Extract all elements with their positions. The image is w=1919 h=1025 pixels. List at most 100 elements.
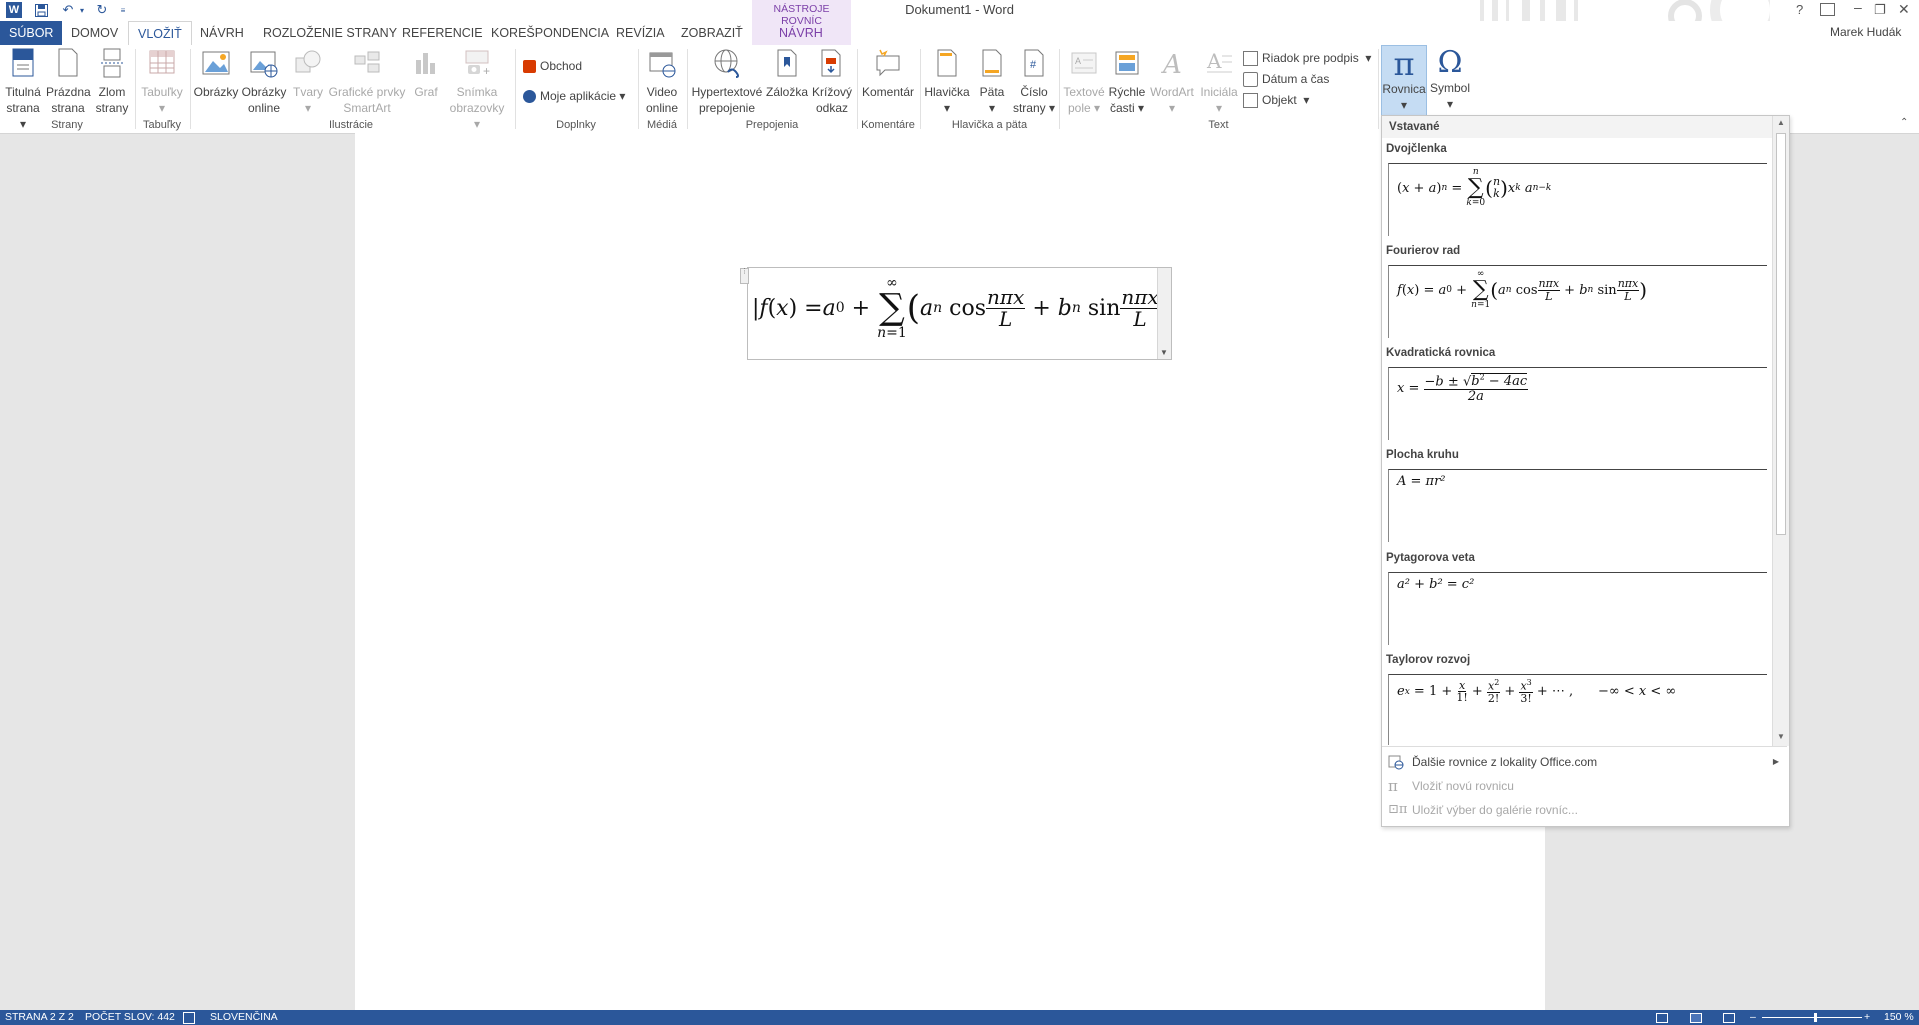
taylor-equation: ex = 1 + x 1! + x2 2! + x3 3! + ⋯ , −∞ < x … (1397, 678, 1677, 706)
blank-page-button[interactable]: Prázdna strana (46, 48, 91, 116)
web-layout-icon[interactable] (1723, 1013, 1735, 1023)
zoom-out-button[interactable]: – (1750, 1010, 1756, 1025)
gallery-item-title: Kvadratická rovnica (1386, 347, 1496, 359)
cross-reference-icon (821, 49, 841, 77)
tab-zobrazit[interactable]: ZOBRAZIŤ (672, 21, 752, 45)
text-box-icon: A (1071, 52, 1097, 74)
signature-line-icon (1243, 50, 1258, 66)
pythagorean-equation: a² + b² = c² (1397, 577, 1475, 592)
smartart-button[interactable]: Grafické prvky SmartArt (328, 48, 406, 116)
tab-vlozit[interactable]: VLOŽIŤ (128, 21, 192, 46)
group-label-ilustracie: Ilustrácie (328, 119, 374, 131)
office-equations-icon (1388, 755, 1404, 770)
ribbon-tabs: SÚBOR DOMOV VLOŽIŤ NÁVRH ROZLOŽENIE STRA… (0, 0, 1919, 46)
tab-referencie[interactable]: REFERENCIE (393, 21, 492, 45)
equation-handle-icon[interactable]: ⋮ (740, 268, 749, 284)
document-page[interactable] (355, 133, 1545, 1010)
signature-line-button[interactable]: Riadok pre podpis ▾ (1243, 49, 1371, 67)
language-indicator[interactable]: SLOVENČINA (210, 1010, 278, 1025)
tab-korespondencia[interactable]: KOREŠPONDENCIA (482, 21, 618, 45)
symbol-button[interactable]: Ω Symbol ▾ (1428, 48, 1472, 112)
pi-icon: π (1388, 777, 1398, 795)
word-count[interactable]: POČET SLOV: 442 (85, 1010, 175, 1025)
scrollbar-thumb[interactable] (1776, 133, 1786, 535)
equation-button[interactable]: π Rovnica ▾ (1381, 45, 1427, 116)
gallery-item-taylor[interactable]: ex = 1 + x 1! + x2 2! + x3 3! + ⋯ , −∞ < x … (1388, 674, 1767, 745)
bookmark-button[interactable]: Záložka (764, 48, 810, 100)
wordart-button[interactable]: A WordArt ▾ (1148, 48, 1196, 116)
collapse-ribbon-icon[interactable]: ⌃ (1900, 117, 1908, 128)
quick-parts-button[interactable]: Rýchle časti ▾ (1107, 48, 1147, 116)
read-mode-icon[interactable] (1656, 1013, 1668, 1023)
insert-new-equation-button[interactable]: π Vložiť novú rovnicu (1382, 774, 1787, 798)
help-icon[interactable]: ? (1796, 2, 1803, 17)
more-equations-office-button[interactable]: Ďalšie rovnice z lokality Office.com ▶ (1382, 750, 1787, 774)
table-button[interactable]: Tabuľky ▾ (138, 48, 186, 116)
tab-subor[interactable]: SÚBOR (0, 21, 63, 45)
header-icon (937, 49, 957, 77)
page-count[interactable]: STRANA 2 Z 2 (5, 1010, 74, 1025)
proofing-icon[interactable] (183, 1012, 195, 1024)
footer-button[interactable]: Päta ▾ (973, 48, 1011, 116)
chart-button[interactable]: Graf (408, 48, 444, 100)
ribbon-display-options-icon[interactable] (1820, 3, 1835, 16)
svg-text:+: + (483, 64, 490, 78)
minimize-icon[interactable]: – (1854, 0, 1862, 15)
comment-button[interactable]: Komentár (860, 48, 916, 100)
tab-rozlozenie-strany[interactable]: ROZLOŽENIE STRANY (254, 21, 406, 45)
my-apps-button[interactable]: Moje aplikácie ▾ (523, 87, 625, 105)
pictures-icon (202, 51, 230, 75)
user-name[interactable]: Marek Hudák (1830, 25, 1901, 39)
zoom-level[interactable]: 150 % (1884, 1010, 1914, 1025)
print-layout-icon[interactable] (1690, 1013, 1702, 1023)
equation-options-button[interactable]: ▼ (1157, 268, 1171, 359)
quadratic-equation: x = −b ± √b2 − 4ac 2a (1397, 373, 1529, 404)
tab-domov[interactable]: DOMOV (62, 21, 127, 45)
gallery-item-circle-area[interactable]: A = πr² (1388, 469, 1767, 542)
screenshot-icon: + (465, 50, 490, 78)
gallery-item-pythagorean[interactable]: a² + b² = c² (1388, 572, 1767, 645)
page-break-button[interactable]: Zlom strany (92, 48, 132, 116)
scroll-up-icon[interactable]: ▲ (1777, 118, 1785, 127)
comment-icon (876, 49, 900, 77)
pictures-button[interactable]: Obrázky (193, 48, 239, 100)
svg-text:#: # (1030, 59, 1037, 71)
shapes-button[interactable]: Tvary ▾ (290, 48, 326, 116)
gallery-item-fourier[interactable]: f(x) = a0 + ∞ ∑ n=1 (a n cos nπx L + bn sin nπ… (1388, 265, 1767, 338)
online-video-button[interactable]: Video online (641, 48, 683, 116)
online-pictures-button[interactable]: Obrázky online (240, 48, 288, 116)
svg-text:A: A (1206, 49, 1222, 73)
footer-icon (982, 49, 1002, 77)
zoom-in-button[interactable]: + (1864, 1010, 1870, 1025)
header-button[interactable]: Hlavička ▾ (922, 48, 972, 116)
restore-icon[interactable]: ❐ (1874, 2, 1886, 18)
save-to-gallery-button[interactable]: ⊡π Uložiť výber do galérie rovníc... (1382, 798, 1787, 822)
date-time-button[interactable]: Dátum a čas (1243, 70, 1329, 88)
close-icon[interactable]: ✕ (1898, 1, 1910, 18)
store-button[interactable]: Obchod (523, 57, 582, 75)
gallery-scrollbar[interactable]: ▲ ▼ (1772, 116, 1789, 746)
zoom-slider-thumb[interactable] (1814, 1013, 1817, 1022)
zoom-slider[interactable] (1762, 1017, 1862, 1018)
object-button[interactable]: Objekt ▾ (1243, 91, 1309, 109)
cross-reference-button[interactable]: Krížový odkaz (810, 48, 854, 116)
bookmark-icon (777, 49, 797, 77)
text-box-button[interactable]: A Textové pole ▾ (1062, 48, 1106, 116)
online-pictures-icon (250, 51, 278, 78)
group-label-komentare: Komentáre (861, 119, 915, 131)
hyperlink-button[interactable]: Hypertextové prepojenie (690, 48, 764, 116)
chevron-down-icon: ▼ (1160, 348, 1168, 357)
binomial-equation: (x + a) n = n ∑ k=0 (n k) xk a n−k (1397, 167, 1552, 208)
tab-navrh[interactable]: NÁVRH (191, 21, 253, 45)
scroll-down-icon[interactable]: ▼ (1777, 732, 1785, 741)
svg-text:A: A (1161, 50, 1182, 78)
page-number-button[interactable]: # Číslo strany ▾ (1012, 48, 1056, 116)
gallery-item-title: Taylorov rozvoj (1386, 654, 1471, 666)
equation-box[interactable]: ⋮ | f(x) = a0 + ∞ ∑ n=1 (a n cos nπx L + bn s… (740, 267, 1173, 360)
tab-navrh-equation-tools[interactable]: NÁVRH (770, 21, 832, 45)
gallery-item-quadratic[interactable]: x = −b ± √b2 − 4ac 2a (1388, 367, 1767, 440)
drop-cap-button[interactable]: A Iniciála ▾ (1197, 48, 1241, 116)
tab-revizia[interactable]: REVÍZIA (607, 21, 674, 45)
group-separator (687, 49, 688, 129)
gallery-item-binomial[interactable]: (x + a) n = n ∑ k=0 (n k) xk a n−k (1388, 163, 1767, 236)
